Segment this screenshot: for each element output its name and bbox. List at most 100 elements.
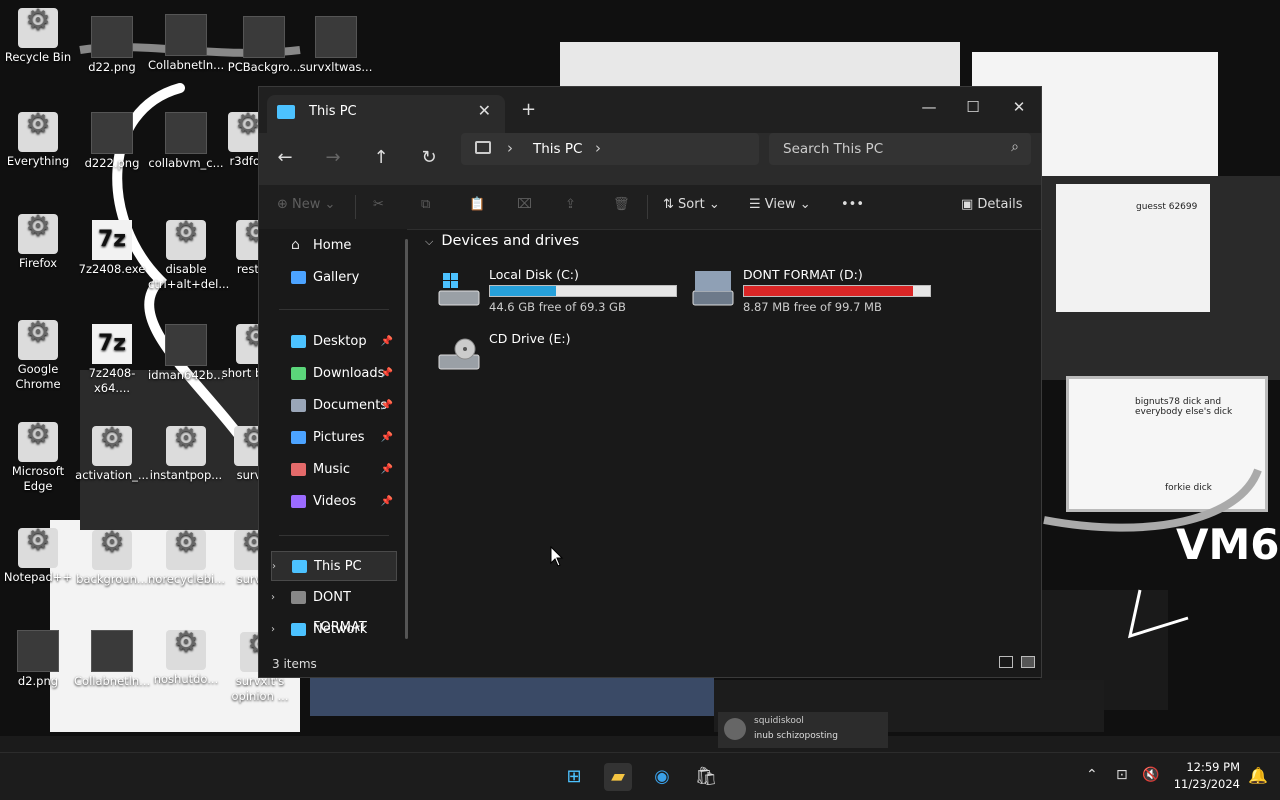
refresh-button[interactable]: ↻ bbox=[415, 147, 443, 168]
desktop-icon[interactable]: 7z 7z2408.exe bbox=[74, 220, 150, 277]
volume-muted-icon[interactable]: 🔇 bbox=[1142, 767, 1159, 783]
minimize-button[interactable]: — bbox=[909, 93, 949, 121]
copy-icon[interactable]: ⧉ bbox=[421, 197, 430, 212]
desktop-icon[interactable]: noshutdo... bbox=[148, 630, 224, 687]
pin-icon[interactable]: 📌 bbox=[381, 487, 393, 517]
desktop-icon[interactable]: d2.png bbox=[0, 630, 76, 689]
tree-item-network[interactable]: › Network bbox=[271, 615, 397, 645]
file-explorer-taskbar-icon[interactable]: ▰ bbox=[604, 763, 632, 791]
drive-free-space: 44.6 GB free of 69.3 GB bbox=[489, 300, 626, 314]
file-icon bbox=[92, 426, 132, 466]
cd-drive-icon bbox=[438, 338, 480, 370]
wallpaper-note: forkie dick bbox=[1165, 483, 1212, 493]
share-icon[interactable]: ⇪ bbox=[565, 197, 576, 212]
desktop-icon[interactable]: activation_... bbox=[74, 426, 150, 483]
monitor-icon bbox=[475, 141, 491, 154]
nav-item-downloads[interactable]: Downloads 📌 bbox=[271, 359, 397, 389]
drive-item[interactable]: CD Drive (E:) bbox=[437, 329, 687, 381]
new-button[interactable]: ⊕ New ⌄ bbox=[277, 197, 335, 212]
view-button[interactable]: ☰ View ⌄ bbox=[749, 197, 811, 212]
desktop-icon[interactable]: Google Chrome bbox=[0, 320, 76, 392]
up-button[interactable]: ↑ bbox=[367, 147, 395, 168]
desktop-icon-label: idman642b... bbox=[148, 368, 225, 382]
close-window-button[interactable]: ✕ bbox=[999, 93, 1039, 121]
nav-home[interactable]: ⌂ Home bbox=[271, 231, 397, 261]
drive-item[interactable]: DONT FORMAT (D:) 8.87 MB free of 99.7 MB bbox=[691, 265, 941, 317]
delete-icon[interactable]: 🗑 bbox=[613, 197, 630, 212]
details-view-icon[interactable] bbox=[999, 656, 1013, 668]
desktop-icon-label: instantpop... bbox=[149, 468, 223, 482]
edge-taskbar-icon[interactable]: ◉ bbox=[648, 763, 676, 791]
drive-item[interactable]: Local Disk (C:) 44.6 GB free of 69.3 GB bbox=[437, 265, 687, 317]
home-icon: ⌂ bbox=[291, 237, 300, 253]
desktop-icon[interactable]: disable ctrl+alt+del... bbox=[148, 220, 229, 292]
folder-icon bbox=[291, 399, 306, 412]
desktop-icon[interactable]: survxltwas... bbox=[298, 16, 374, 75]
nav-item-desktop[interactable]: Desktop 📌 bbox=[271, 327, 397, 357]
forward-button[interactable]: → bbox=[319, 147, 347, 168]
desktop-icon[interactable]: Notepad++ bbox=[0, 528, 76, 585]
maximize-button[interactable]: ☐ bbox=[953, 93, 993, 121]
network-icon[interactable]: ⊡ bbox=[1116, 767, 1128, 783]
sort-button[interactable]: ⇅ Sort ⌄ bbox=[663, 197, 720, 212]
nav-item-videos[interactable]: Videos 📌 bbox=[271, 487, 397, 517]
notification-bell-icon[interactable]: 🔔 bbox=[1248, 766, 1268, 785]
details-button[interactable]: ▣ Details bbox=[961, 197, 1023, 212]
store-taskbar-icon[interactable]: 🛍 bbox=[692, 763, 720, 791]
desktop-icon[interactable]: idman642b... bbox=[148, 324, 224, 383]
breadcrumb-this-pc[interactable]: This PC bbox=[533, 141, 582, 157]
clock-time: 12:59 PM bbox=[1186, 760, 1240, 774]
devices-group-header[interactable]: ⌵ Devices and drives bbox=[425, 233, 579, 249]
divider bbox=[355, 195, 356, 219]
search-input[interactable]: Search This PC ⌕ bbox=[769, 133, 1031, 165]
desktop-icon[interactable]: Collabnetln... bbox=[148, 14, 224, 73]
title-bar[interactable]: This PC ✕ + — ☐ ✕ bbox=[259, 87, 1041, 133]
desktop-icon[interactable]: norecyclebi... bbox=[148, 530, 225, 587]
pin-icon[interactable]: 📌 bbox=[381, 359, 393, 389]
chevron-up-icon[interactable]: ⌃ bbox=[1086, 767, 1098, 783]
desktop-icon[interactable]: d222.png bbox=[74, 112, 150, 171]
desktop-icon[interactable]: Everything bbox=[0, 112, 76, 169]
address-bar[interactable]: › This PC › bbox=[461, 133, 759, 165]
tab-this-pc[interactable]: This PC ✕ bbox=[267, 95, 505, 133]
search-icon: ⌕ bbox=[1011, 139, 1019, 155]
tree-item-label: Network bbox=[313, 622, 368, 637]
paste-icon[interactable]: 📋 bbox=[469, 197, 485, 212]
desktop-icon[interactable]: Firefox bbox=[0, 214, 76, 271]
pin-icon[interactable]: 📌 bbox=[381, 327, 393, 357]
pin-icon[interactable]: 📌 bbox=[381, 423, 393, 453]
chevron-right-icon[interactable]: › bbox=[271, 583, 275, 613]
back-button[interactable]: ← bbox=[271, 147, 299, 168]
pin-icon[interactable]: 📌 bbox=[381, 455, 393, 485]
cut-icon[interactable]: ✂ bbox=[373, 197, 384, 212]
chevron-right-icon[interactable]: › bbox=[272, 552, 276, 582]
desktop-icon[interactable]: backgroun... bbox=[74, 530, 150, 587]
nav-scrollbar[interactable] bbox=[405, 239, 408, 639]
more-options-button[interactable]: ••• bbox=[841, 197, 864, 212]
start-windows-icon[interactable]: ⊞ bbox=[560, 763, 588, 791]
close-tab-icon[interactable]: ✕ bbox=[478, 101, 491, 120]
nav-item-pictures[interactable]: Pictures 📌 bbox=[271, 423, 397, 453]
pin-icon[interactable]: 📌 bbox=[381, 391, 393, 421]
nav-item-documents[interactable]: Documents 📌 bbox=[271, 391, 397, 421]
nav-gallery[interactable]: Gallery bbox=[271, 263, 397, 293]
clock[interactable]: 12:59 PM 11/23/2024 bbox=[1174, 759, 1240, 793]
desktop-icon[interactable]: d22.png bbox=[74, 16, 150, 75]
tree-item-this-pc[interactable]: › This PC bbox=[271, 551, 397, 581]
nav-item-music[interactable]: Music 📌 bbox=[271, 455, 397, 485]
chevron-right-icon[interactable]: › bbox=[595, 139, 601, 157]
desktop-icon[interactable]: PCBackgro... bbox=[226, 16, 302, 75]
desktop-icon[interactable]: Collabnetln... bbox=[74, 630, 150, 689]
tiles-view-icon[interactable] bbox=[1021, 656, 1035, 668]
rename-icon[interactable]: ⌧ bbox=[517, 197, 532, 212]
desktop-icon[interactable]: 7z 7z2408-x64.... bbox=[74, 324, 150, 396]
new-tab-button[interactable]: + bbox=[521, 99, 536, 120]
chevron-right-icon[interactable]: › bbox=[271, 615, 275, 645]
desktop-icon[interactable]: instantpop... bbox=[148, 426, 224, 483]
desktop-icon[interactable]: Microsoft Edge bbox=[0, 422, 76, 494]
nav-item-label: Videos bbox=[313, 494, 357, 509]
desktop-icon[interactable]: Recycle Bin bbox=[0, 8, 76, 65]
tree-item-dont-format[interactable]: › DONT FORMAT bbox=[271, 583, 397, 635]
chevron-right-icon[interactable]: › bbox=[507, 139, 513, 157]
item-count: 3 items bbox=[272, 657, 317, 671]
